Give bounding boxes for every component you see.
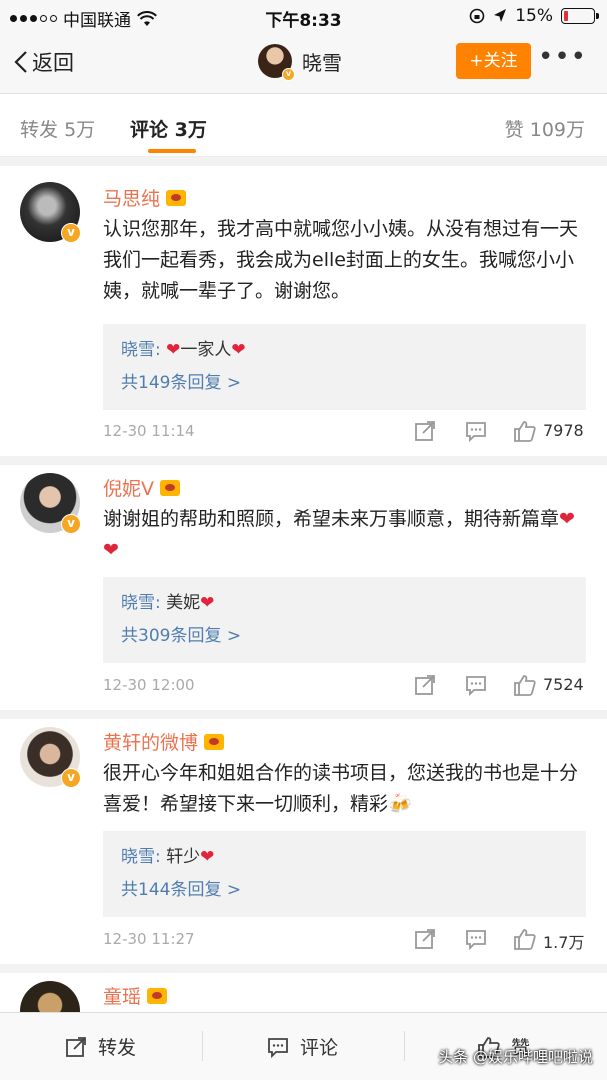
heart-icon: ❤ xyxy=(200,593,215,613)
comment-icon[interactable] xyxy=(464,673,488,697)
rotation-lock-icon xyxy=(469,8,485,24)
verified-icon: v xyxy=(61,223,81,243)
divider xyxy=(202,1031,203,1061)
comment-icon xyxy=(268,1037,288,1058)
crown-icon xyxy=(204,733,225,750)
crown-icon xyxy=(160,479,180,496)
like-count: 7524 xyxy=(543,675,584,694)
status-bar: 中国联通 下午8:33 15% xyxy=(0,0,607,32)
like-icon[interactable] xyxy=(513,673,537,697)
crown-icon xyxy=(147,987,168,1004)
reply-box[interactable]: 晓雪: 美妮❤ 共309条回复 > xyxy=(103,577,586,663)
comment-time: 12-30 11:27 xyxy=(103,930,195,948)
repost-label: 转发 xyxy=(98,1037,137,1059)
share-icon[interactable] xyxy=(413,927,437,951)
divider xyxy=(0,157,607,166)
heart-icon: ❤ xyxy=(231,340,246,360)
comment-label: 评论 xyxy=(300,1037,339,1059)
comment-item: v 黄轩的微博 很开心今年和姐姐合作的读书项目，您送我的书也是十分喜爱！希望接下… xyxy=(0,719,607,964)
status-right: 15% xyxy=(469,6,599,26)
crown-icon xyxy=(166,189,187,206)
reply-box[interactable]: 晓雪: 轩少❤ 共144条回复 > xyxy=(103,831,586,917)
comment-icon[interactable] xyxy=(464,419,488,443)
divider xyxy=(404,1031,405,1061)
comment-footer: 12-30 11:27 1.7万 xyxy=(103,927,587,953)
comment-time: 12-30 12:00 xyxy=(103,676,195,694)
tab-like[interactable]: 赞 109万 xyxy=(505,115,585,142)
avatar[interactable]: v xyxy=(20,182,81,243)
battery-percent: 15% xyxy=(515,6,553,26)
nav-bar: 返回 v 晓雪 +关注 ••• xyxy=(0,32,607,94)
reply-count-link[interactable]: 共144条回复 > xyxy=(121,874,568,907)
repost-button[interactable]: 转发 xyxy=(64,1033,136,1060)
chevron-left-icon xyxy=(14,51,27,73)
reply-count-link[interactable]: 共309条回复 > xyxy=(121,620,568,653)
avatar: v xyxy=(258,44,295,81)
verified-icon: v xyxy=(61,514,81,534)
comment-footer: 12-30 12:00 7524 xyxy=(103,673,587,699)
reply-box[interactable]: 晓雪: ❤一家人❤ 共149条回复 > xyxy=(103,324,586,410)
comment-item: 童瑶 xyxy=(0,973,607,1013)
reply-count-link[interactable]: 共149条回复 > xyxy=(121,367,568,400)
heart-icon: ❤ xyxy=(166,340,181,360)
comment-button[interactable]: 评论 xyxy=(266,1033,338,1060)
back-button[interactable]: 返回 xyxy=(14,47,74,77)
comment-icon[interactable] xyxy=(464,927,488,951)
comment-author[interactable]: 黄轩的微博 xyxy=(103,728,225,755)
comment-text: 谢谢姐的帮助和照顾，希望未来万事顺意，期待新篇章❤ ❤ xyxy=(103,508,575,561)
reply-line: 晓雪: 轩少❤ xyxy=(121,847,215,867)
like-icon[interactable] xyxy=(513,419,537,443)
comment-item: v 倪妮V 谢谢姐的帮助和照顾，希望未来万事顺意，期待新篇章❤ ❤ 晓雪: 美妮… xyxy=(0,465,607,710)
share-icon[interactable] xyxy=(413,419,437,443)
comment-item: v 马思纯 认识您那年，我才高中就喊您小小姨。从没有想过有一天我们一起看秀，我会… xyxy=(0,166,607,456)
avatar[interactable] xyxy=(20,981,80,1013)
tab-comment[interactable]: 评论 3万 xyxy=(130,115,207,142)
comment-text: 认识您那年，我才高中就喊您小小姨。从没有想过有一天我们一起看秀，我会成为elle… xyxy=(103,218,579,302)
watermark: 头条 @娱乐哔哩吧啦说 xyxy=(438,1048,593,1066)
reply-line: 晓雪: 美妮❤ xyxy=(121,593,215,613)
beer-icon: 🍻 xyxy=(388,793,412,815)
comment-author[interactable]: 马思纯 xyxy=(103,184,187,211)
back-label: 返回 xyxy=(32,51,74,75)
nav-user[interactable]: v 晓雪 xyxy=(258,44,342,81)
share-icon xyxy=(66,1036,86,1057)
comment-time: 12-30 11:14 xyxy=(103,422,195,440)
more-button[interactable]: ••• xyxy=(538,42,587,72)
follow-button[interactable]: +关注 xyxy=(456,43,531,79)
divider xyxy=(0,964,607,973)
like-count: 1.7万 xyxy=(543,933,585,952)
avatar[interactable]: v xyxy=(20,473,81,534)
verified-icon: v xyxy=(282,68,295,81)
heart-icon: ❤ xyxy=(200,847,215,867)
tab-bar: 转发 5万 评论 3万 赞 109万 xyxy=(0,95,607,157)
tab-repost[interactable]: 转发 5万 xyxy=(20,115,95,142)
share-icon[interactable] xyxy=(413,673,437,697)
location-icon xyxy=(494,9,507,22)
comment-text: 很开心今年和姐姐合作的读书项目，您送我的书也是十分喜爱！希望接下来一切顺利，精彩… xyxy=(103,762,579,815)
reply-line: 晓雪: ❤一家人❤ xyxy=(121,340,246,360)
comment-footer: 12-30 11:14 7978 xyxy=(103,419,587,445)
comment-author[interactable]: 童瑶 xyxy=(103,982,168,1009)
battery-icon xyxy=(561,8,599,24)
page-title: 晓雪 xyxy=(302,50,342,75)
tab-active-indicator xyxy=(148,149,196,153)
divider xyxy=(0,710,607,719)
divider xyxy=(0,456,607,465)
like-count: 7978 xyxy=(543,421,584,440)
verified-icon: v xyxy=(61,768,81,788)
avatar[interactable]: v xyxy=(20,727,81,788)
like-icon[interactable] xyxy=(513,927,537,951)
comment-author[interactable]: 倪妮V xyxy=(103,474,180,501)
